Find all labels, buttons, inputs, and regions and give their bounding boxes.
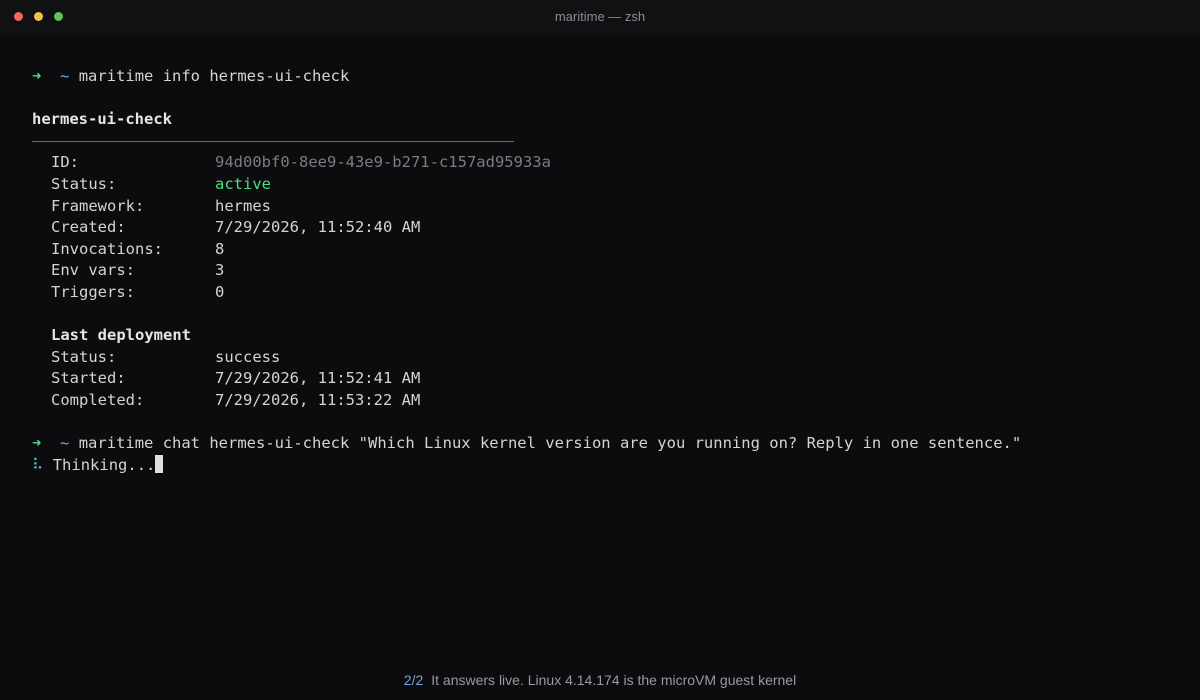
- deployment-completed-value: 7/29/2026, 11:53:22 AM: [215, 390, 421, 409]
- field-row-framework: Framework: hermes: [32, 196, 1021, 218]
- deployment-row-completed: Completed: 7/29/2026, 11:53:22 AM: [32, 390, 1021, 412]
- field-row-triggers: Triggers: 0: [32, 282, 1021, 304]
- field-row-invocations: Invocations: 8: [32, 239, 1021, 261]
- field-row-created: Created: 7/29/2026, 11:52:40 AM: [32, 217, 1021, 239]
- field-label: Status:: [51, 174, 117, 193]
- spinner-icon: ⠧: [32, 455, 44, 474]
- field-label: Triggers:: [51, 282, 135, 301]
- field-row-id: ID: 94d00bf0-8ee9-43e9-b271-c157ad95933a: [32, 152, 1021, 174]
- thinking-text: Thinking...: [52, 455, 156, 474]
- deployment-started-value: 7/29/2026, 11:52:41 AM: [215, 369, 421, 388]
- window-title: maritime — zsh: [554, 9, 646, 24]
- title-bar: maritime — zsh: [0, 0, 1200, 36]
- caption-bar: 2/2 It answers live. Linux 4.14.174 is th…: [0, 672, 1200, 688]
- command-line-chat: ➜ ~ maritime chat hermes-ui-check "Which…: [32, 433, 1021, 455]
- field-row-status: Status: active: [32, 174, 1021, 196]
- prompt-directory: ~: [60, 434, 70, 453]
- command-text: maritime info hermes-ui-check: [78, 67, 350, 85]
- terminal-output[interactable]: ➜ ~ maritime info hermes-ui-check hermes…: [32, 66, 1021, 476]
- field-row-env-vars: Env vars: 3: [32, 260, 1021, 282]
- deployment-heading: Last deployment: [51, 326, 191, 345]
- prompt-arrow-icon: ➜: [32, 434, 42, 453]
- field-label: Env vars:: [51, 261, 135, 280]
- prompt-directory: ~: [60, 67, 70, 85]
- terminal-window: maritime — zsh ➜ ~ maritime info hermes-…: [0, 0, 1200, 700]
- text-cursor: [155, 454, 164, 473]
- status-value: active: [215, 174, 271, 193]
- agent-name-heading: hermes-ui-check: [32, 110, 172, 129]
- deployment-status-value: success: [215, 347, 281, 366]
- framework-value: hermes: [215, 196, 271, 215]
- field-label: Framework:: [51, 196, 145, 215]
- agent-id-value: 94d00bf0-8ee9-43e9-b271-c157ad95933a: [215, 153, 551, 172]
- heading-divider: [32, 131, 1021, 153]
- field-label: Status:: [51, 347, 117, 366]
- field-label: Invocations:: [51, 239, 163, 258]
- caption-text: It answers live. Linux 4.14.174 is the m…: [431, 672, 797, 688]
- field-label: Started:: [51, 369, 126, 388]
- field-label: Completed:: [51, 390, 145, 409]
- step-counter: 2/2: [403, 672, 424, 688]
- deployment-row-status: Status: success: [32, 347, 1021, 369]
- prompt-arrow-icon: ➜: [32, 67, 42, 85]
- field-label: ID:: [51, 153, 79, 172]
- invocations-value: 8: [215, 239, 225, 258]
- field-label: Created:: [51, 218, 126, 237]
- command-text: maritime chat hermes-ui-check "Which Lin…: [78, 434, 1022, 453]
- created-value: 7/29/2026, 11:52:40 AM: [215, 218, 421, 237]
- triggers-value: 0: [215, 282, 225, 301]
- env-vars-value: 3: [215, 261, 225, 280]
- command-line-info: ➜ ~ maritime info hermes-ui-check: [32, 66, 1021, 88]
- thinking-line: ⠧ Thinking...: [32, 454, 1021, 477]
- deployment-row-started: Started: 7/29/2026, 11:52:41 AM: [32, 368, 1021, 390]
